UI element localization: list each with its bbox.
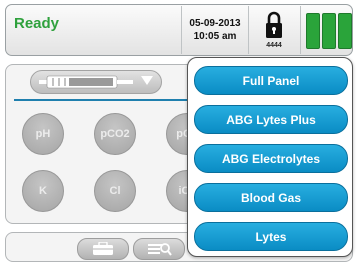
lock-code: 4444 — [266, 42, 282, 49]
analyte-label: pH — [35, 128, 51, 140]
battery-cell — [306, 13, 320, 49]
kit-button[interactable] — [77, 238, 129, 260]
menu-item-lytes[interactable]: Lytes — [194, 222, 348, 251]
time-text: 10:05 am — [193, 31, 237, 42]
search-list-icon — [148, 243, 172, 256]
analyte-button[interactable]: pH — [22, 113, 64, 155]
date-text: 05-09-2013 — [189, 18, 241, 29]
analyte-button[interactable]: Cl — [94, 170, 136, 212]
battery-cell — [322, 13, 336, 49]
cartridge-select[interactable] — [30, 70, 162, 94]
analyte-label: K — [39, 185, 47, 197]
status-text: Ready — [14, 15, 60, 32]
lock-icon — [266, 11, 282, 38]
search-list-button[interactable] — [133, 238, 185, 260]
menu-item-blood-gas[interactable]: Blood Gas — [194, 183, 348, 212]
datetime-display: 05-09-2013 10:05 am — [181, 6, 249, 54]
chevron-down-icon — [141, 76, 153, 85]
cartridge-icon — [39, 75, 133, 89]
panel-menu: Full Panel ABG Lytes Plus ABG Electrolyt… — [187, 57, 353, 257]
menu-item-abg-lytes-plus[interactable]: ABG Lytes Plus — [194, 105, 348, 134]
analyte-button[interactable]: pCO2 — [94, 113, 136, 155]
kit-icon — [93, 242, 113, 255]
lock-button[interactable]: 4444 — [248, 6, 301, 54]
menu-item-full-panel[interactable]: Full Panel — [194, 66, 348, 95]
analyte-button[interactable]: K — [22, 170, 64, 212]
analyte-label: Cl — [109, 185, 121, 197]
status-bar: Ready 05-09-2013 10:05 am 4444 — [5, 4, 353, 56]
divider — [14, 99, 194, 101]
battery-cell — [338, 13, 352, 49]
analyte-label: pCO2 — [100, 128, 130, 140]
menu-item-abg-electrolytes[interactable]: ABG Electrolytes — [194, 144, 348, 173]
